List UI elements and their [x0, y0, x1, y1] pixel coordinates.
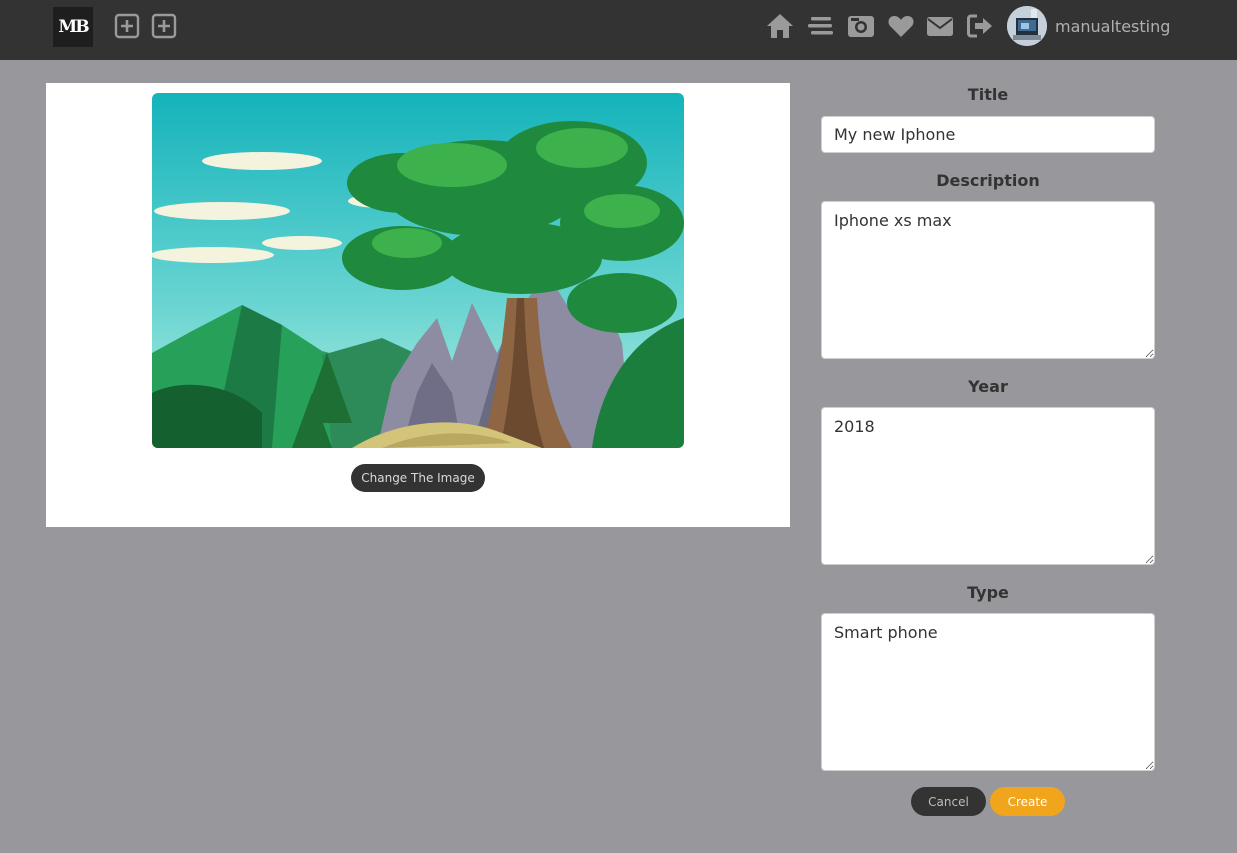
title-input[interactable] [821, 116, 1155, 153]
home-icon[interactable] [765, 11, 795, 41]
title-label: Title [967, 85, 1009, 104]
cancel-button[interactable]: Cancel [911, 787, 986, 816]
logo[interactable]: MB [53, 7, 93, 47]
create-button[interactable]: Create [990, 787, 1065, 816]
image-card: Change The Image [46, 83, 790, 527]
camera-icon[interactable] [847, 12, 875, 40]
year-label: Year [968, 377, 1008, 396]
description-textarea[interactable]: Iphone xs max [821, 201, 1155, 359]
username-link[interactable]: manualtesting [1055, 16, 1170, 38]
envelope-icon[interactable] [926, 12, 954, 40]
change-image-button[interactable]: Change The Image [351, 464, 485, 492]
type-label: Type [967, 583, 1009, 602]
heart-icon[interactable] [887, 12, 915, 40]
add-square-icon[interactable] [150, 12, 178, 40]
top-navbar: MB manualtesting [0, 0, 1237, 60]
menu-icon[interactable] [807, 12, 835, 40]
year-textarea[interactable]: 2018 [821, 407, 1155, 565]
image-preview [152, 93, 684, 448]
description-label: Description [936, 171, 1040, 190]
add-square-icon[interactable] [113, 12, 141, 40]
avatar[interactable] [1007, 6, 1047, 46]
type-textarea[interactable]: Smart phone [821, 613, 1155, 771]
logout-icon[interactable] [966, 12, 994, 40]
